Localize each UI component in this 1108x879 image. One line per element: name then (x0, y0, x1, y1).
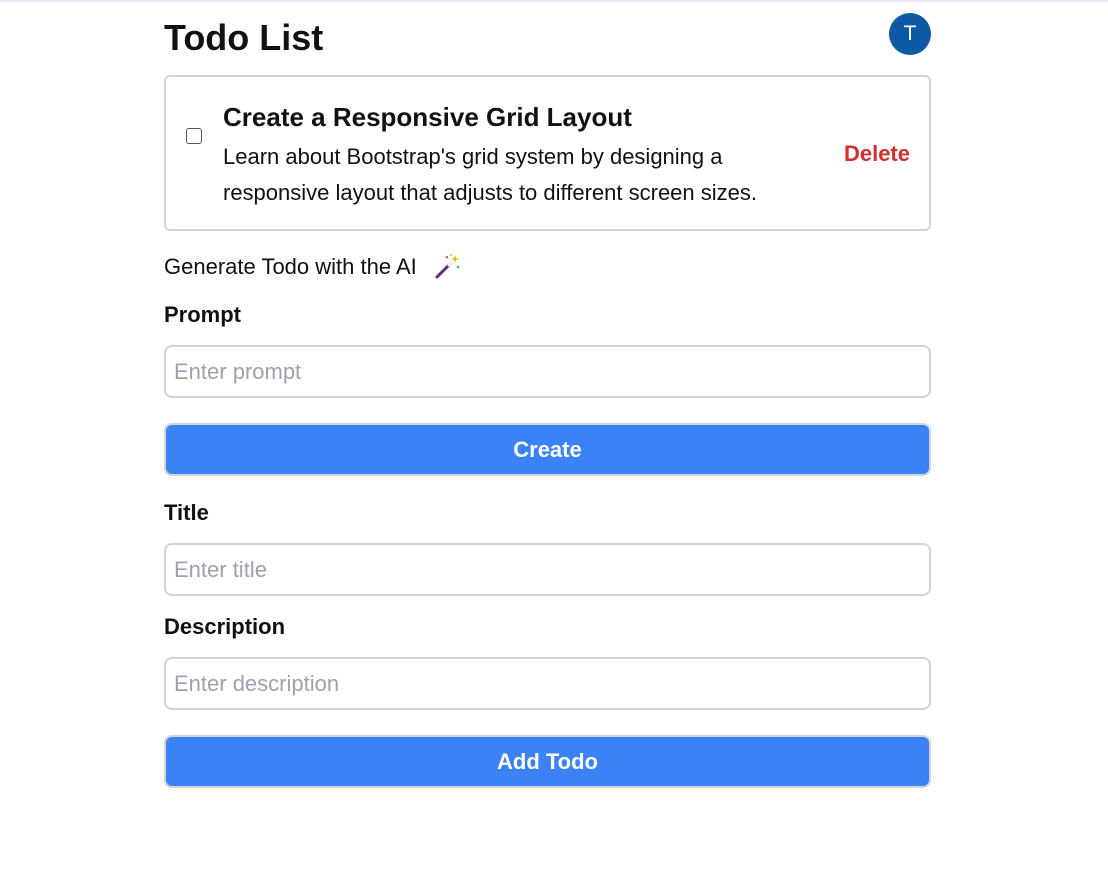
page-title: Todo List (164, 17, 324, 58)
ai-generate-label: Generate Todo with the AI (164, 254, 417, 279)
add-todo-button[interactable]: Add Todo (164, 735, 931, 788)
create-button[interactable]: Create (164, 423, 931, 476)
delete-button[interactable]: Delete (844, 140, 910, 168)
todo-title: Create a Responsive Grid Layout (223, 102, 632, 132)
description-input[interactable] (164, 657, 931, 710)
header: Todo List T (164, 0, 931, 75)
todo-checkbox[interactable] (186, 128, 202, 144)
todo-item: Create a Responsive Grid Layout Learn ab… (164, 75, 931, 231)
magic-wand-icon (433, 252, 461, 280)
todo-app: Todo List T Create a Responsive Grid Lay… (164, 0, 931, 788)
prompt-input[interactable] (164, 345, 931, 398)
prompt-label: Prompt (164, 302, 241, 327)
title-label: Title (164, 500, 209, 525)
description-label: Description (164, 614, 286, 639)
avatar[interactable]: T (889, 13, 931, 55)
title-input[interactable] (164, 543, 931, 596)
todo-description: Learn about Bootstrap's grid system by d… (223, 144, 757, 205)
ai-generate-heading: Generate Todo with the AI (164, 252, 461, 282)
